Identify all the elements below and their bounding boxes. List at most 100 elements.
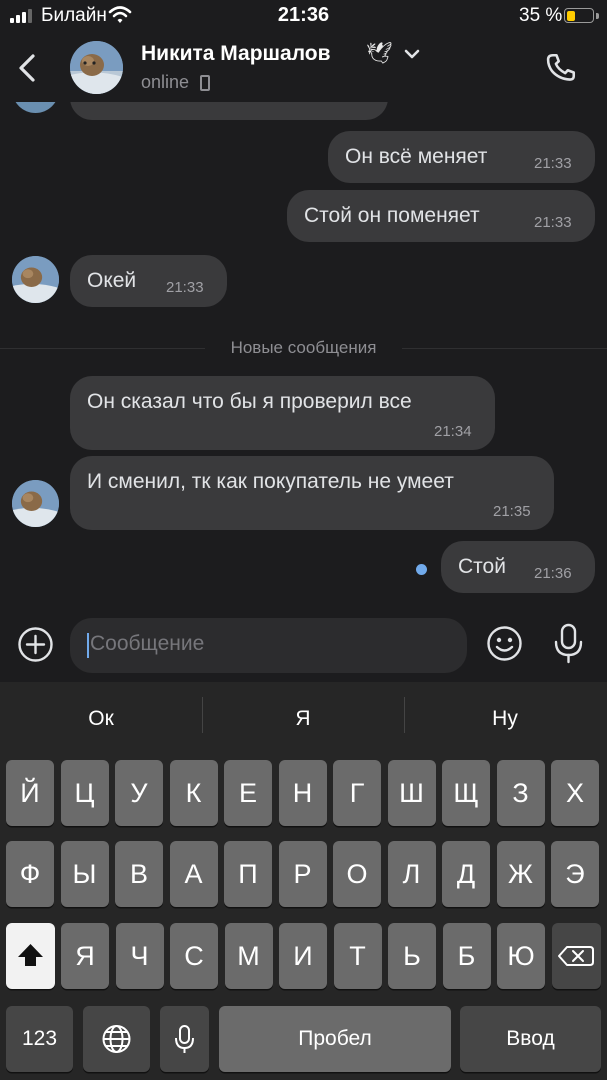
letter-key[interactable]: Х — [551, 760, 599, 826]
letter-key-label: Э — [565, 859, 585, 889]
numbers-key[interactable]: 123 — [6, 1006, 73, 1072]
contact-avatar-small[interactable] — [12, 256, 59, 303]
letter-key-label: З — [512, 778, 529, 808]
chevron-down-icon[interactable] — [404, 48, 420, 60]
letter-key[interactable]: А — [169, 841, 218, 907]
letter-key[interactable]: В — [115, 841, 163, 907]
letter-key[interactable]: Ш — [387, 760, 436, 826]
suggestion[interactable]: Я — [203, 707, 403, 731]
dog-photo-avatar-icon — [12, 256, 59, 303]
letter-key[interactable]: Ь — [388, 923, 436, 989]
space-key[interactable]: Пробел — [219, 1006, 451, 1072]
message-text: Окей — [87, 269, 137, 292]
suggestion[interactable]: Ок — [1, 707, 201, 731]
letter-key[interactable]: Я — [61, 923, 109, 989]
backspace-icon — [558, 946, 594, 966]
battery-icon — [564, 8, 594, 23]
message-text: И сменил, тк как покупатель не умеет — [87, 470, 454, 493]
smiley-icon[interactable] — [486, 625, 523, 662]
letter-key-label: А — [184, 859, 203, 889]
letter-key[interactable]: Ф — [6, 841, 54, 907]
letter-key[interactable]: Б — [442, 923, 491, 989]
letter-key-label: Б — [457, 941, 476, 971]
backspace-key[interactable] — [552, 923, 601, 989]
letter-key-label: Щ — [453, 778, 479, 808]
letter-key[interactable]: У — [115, 760, 163, 826]
phone-icon[interactable] — [543, 50, 579, 86]
letter-key[interactable]: Л — [387, 841, 436, 907]
message-input-placeholder: Сообщение — [90, 632, 205, 655]
letter-key[interactable]: Й — [6, 760, 54, 826]
suggestion[interactable]: Ну — [405, 707, 605, 731]
message-bubble-out[interactable]: Стой он поменяет 21:33 — [287, 190, 595, 242]
letter-key-label: С — [184, 941, 204, 971]
letter-key[interactable]: Ю — [497, 923, 545, 989]
letter-key[interactable]: Щ — [442, 760, 490, 826]
message-time: 21:33 — [534, 155, 572, 172]
contact-avatar-small[interactable] — [12, 102, 59, 113]
message-text: Стой — [458, 555, 506, 578]
letter-key[interactable]: К — [169, 760, 218, 826]
shift-icon — [18, 944, 43, 966]
return-key[interactable]: Ввод — [460, 1006, 601, 1072]
message-bubble-cut-off[interactable] — [70, 102, 388, 120]
letter-key[interactable]: Р — [278, 841, 327, 907]
shift-key[interactable] — [6, 923, 55, 989]
letter-key-label: Я — [75, 941, 95, 971]
message-input[interactable]: Сообщение — [70, 618, 467, 673]
letter-key[interactable]: О — [333, 841, 381, 907]
letter-key-label: Н — [292, 778, 313, 808]
plus-circle-icon[interactable] — [17, 626, 54, 663]
letter-key-label: Ц — [74, 778, 95, 808]
dog-photo-avatar-icon — [70, 41, 123, 94]
numbers-key-label: 123 — [21, 1027, 58, 1050]
letter-key[interactable]: Ы — [60, 841, 109, 907]
contact-avatar-small[interactable] — [12, 480, 59, 527]
message-bubble-in[interactable]: Он сказал что бы я проверил все 21:34 — [70, 376, 495, 450]
letter-key-label: Ч — [130, 941, 149, 971]
status-bar: Билайн 21:36 35 % — [0, 0, 607, 32]
globe-icon — [102, 1025, 131, 1053]
contact-name[interactable]: Никита Маршалов — [141, 42, 331, 66]
letter-key-label: Т — [349, 941, 366, 971]
message-time: 21:33 — [534, 214, 572, 231]
letter-key-label: Г — [349, 778, 365, 808]
text-caret — [87, 633, 89, 658]
message-composer: Сообщение — [0, 610, 607, 682]
dictation-key[interactable] — [160, 1006, 209, 1072]
mobile-phone-icon — [200, 75, 210, 91]
letter-key[interactable]: Ч — [115, 923, 164, 989]
letter-key[interactable]: Ж — [496, 841, 545, 907]
letter-key[interactable]: М — [224, 923, 273, 989]
message-bubble-in[interactable]: Окей 21:33 — [70, 255, 227, 307]
unread-indicator — [416, 564, 427, 575]
message-bubble-in[interactable]: И сменил, тк как покупатель не умеет 21:… — [70, 456, 554, 530]
letter-key[interactable]: Т — [333, 923, 382, 989]
message-text: Он сказал что бы я проверил все — [87, 390, 412, 413]
letter-key[interactable]: П — [224, 841, 272, 907]
letter-key-label: Р — [293, 859, 312, 889]
letter-key[interactable]: Э — [551, 841, 599, 907]
message-list[interactable]: Он всё меняет 21:33 Стой он поменяет 21:… — [0, 102, 607, 610]
keyboard: Ок Я Ну ЙЦУКЕНГШЩЗХФЫВАПРОЛДЖЭЯЧСМИТЬБЮ … — [0, 682, 607, 1080]
message-bubble-out[interactable]: Стой 21:36 — [441, 541, 595, 593]
letter-key[interactable]: С — [170, 923, 218, 989]
letter-key[interactable]: Ц — [60, 760, 109, 826]
back-button[interactable] — [12, 48, 44, 88]
letter-key[interactable]: И — [279, 923, 327, 989]
microphone-icon — [175, 1025, 194, 1053]
letter-key[interactable]: Н — [278, 760, 327, 826]
letter-key-label: Ь — [403, 941, 421, 971]
message-bubble-out[interactable]: Он всё меняет 21:33 — [328, 131, 595, 183]
letter-key[interactable]: З — [496, 760, 545, 826]
new-messages-divider: Новые сообщения — [230, 338, 377, 357]
contact-avatar[interactable] — [70, 41, 123, 94]
battery-tip — [596, 13, 599, 19]
contact-status: online — [141, 72, 190, 92]
microphone-icon[interactable] — [552, 623, 585, 665]
letter-key[interactable]: Д — [442, 841, 490, 907]
letter-key[interactable]: Е — [224, 760, 272, 826]
letter-key[interactable]: Г — [333, 760, 381, 826]
chat-header: Никита Маршалов 🕊 online — [0, 32, 607, 102]
globe-key[interactable] — [83, 1006, 150, 1072]
